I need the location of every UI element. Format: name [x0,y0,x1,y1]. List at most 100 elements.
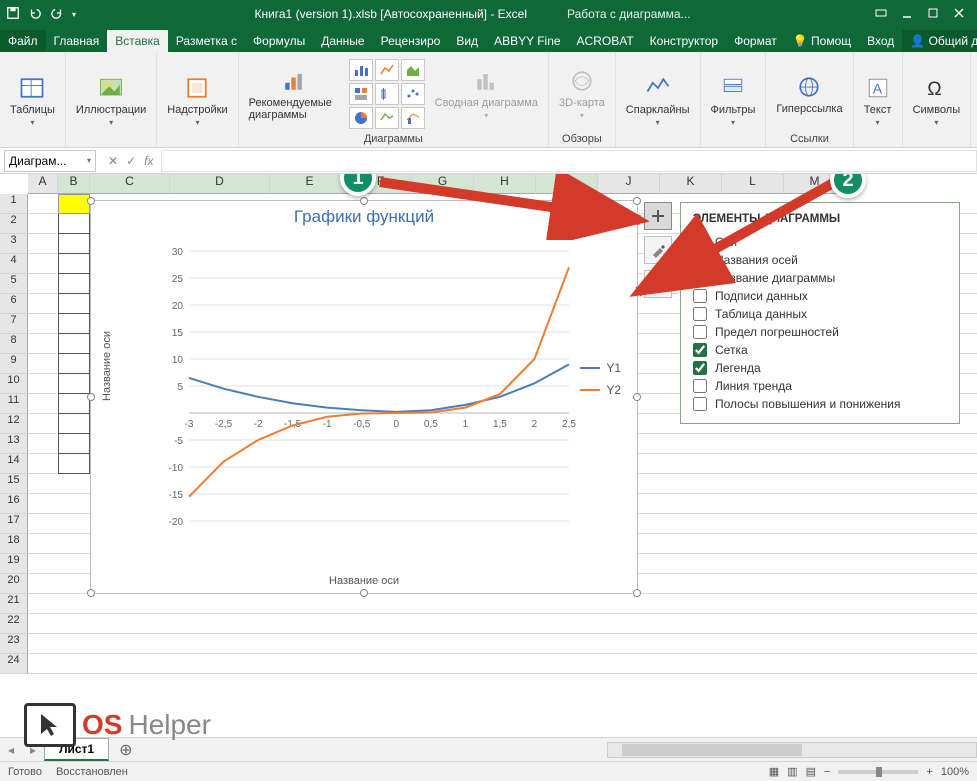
save-icon[interactable] [6,6,20,23]
svg-text:1,5: 1,5 [493,419,507,430]
svg-text:-1: -1 [323,419,332,430]
status-ready: Готово [8,766,42,778]
tab-design[interactable]: Конструктор [642,30,726,52]
chart-object[interactable]: Графики функций Название оси -20-15-10-5… [90,200,638,594]
svg-text:10: 10 [172,355,184,366]
status-recovered: Восстановлен [56,766,128,778]
svg-text:0: 0 [393,419,399,430]
illustrations-button[interactable]: Иллюстрации▾ [72,72,150,129]
zoom-level[interactable]: 100% [941,766,969,778]
text-button[interactable]: AТекст▾ [860,72,896,129]
svg-text:-2,5: -2,5 [215,419,233,430]
watermark-logo: OSHelper [24,703,211,747]
cursor-icon [24,703,76,747]
pivot-chart-button: Сводная диаграмма▾ [431,65,542,122]
name-box[interactable]: Диаграм...▾ [4,150,96,172]
chart-legend[interactable]: Y1 Y2 [580,361,621,405]
arrow-2 [620,174,850,304]
tab-review[interactable]: Рецензиро [373,30,449,52]
hierarchy-chart-icon [349,83,373,105]
cell-b2-yellow[interactable] [58,194,90,214]
svg-text:5: 5 [177,382,183,393]
cancel-icon[interactable]: ✕ [108,154,118,168]
x-axis-label[interactable]: Название оси [91,575,637,587]
horizontal-scrollbar[interactable] [607,742,977,758]
svg-text:-10: -10 [169,463,184,474]
pie-chart-icon [349,107,373,129]
ribbon: Таблицы▾ Иллюстрации▾ Надстройки▾ Рекоме… [0,52,977,148]
share-button[interactable]: 👤 Общий доступ [902,30,977,52]
tab-formulas[interactable]: Формулы [245,30,313,52]
view-break-icon[interactable]: ▤ [806,765,816,778]
svg-text:-0,5: -0,5 [353,419,371,430]
area-chart-icon [401,59,425,81]
worksheet-grid[interactable]: ABCDEFGHIJKLM 12345678910111213141516171… [0,174,977,744]
tables-button[interactable]: Таблицы▾ [6,72,59,129]
redo-icon[interactable] [50,6,64,23]
undo-icon[interactable] [28,6,42,23]
filters-button[interactable]: Фильтры▾ [707,72,760,129]
chart-element-option[interactable]: Таблица данных [693,305,947,323]
hyperlink-button[interactable]: Гиперссылка [772,71,846,117]
line-chart-icon [375,59,399,81]
zoom-out-icon[interactable]: − [824,766,830,778]
qat-dropdown-icon[interactable]: ▾ [72,10,76,19]
chart-element-option[interactable]: Легенда [693,359,947,377]
tab-data[interactable]: Данные [313,30,372,52]
chart-element-option[interactable]: Предел погрешностей [693,323,947,341]
svg-text:Ω: Ω [928,79,942,100]
row-headers[interactable]: 123456789101112131415161718192021222324 [0,194,28,674]
tab-insert[interactable]: Вставка [107,30,168,52]
sparklines-button[interactable]: Спарклайны▾ [622,72,694,129]
maximize-icon[interactable] [927,7,939,22]
chart-plot-area[interactable]: -20-15-10-551015202530-3-2,5-2-1,5-1-0,5… [149,241,579,561]
scatter-chart-icon [401,83,425,105]
sheet-nav-prev-icon[interactable]: ◂ [0,743,22,757]
zoom-slider[interactable] [838,770,918,774]
svg-text:1: 1 [463,419,469,430]
tab-acrobat[interactable]: ACROBAT [569,30,642,52]
zoom-in-icon[interactable]: + [926,766,932,778]
combo-chart-icon [401,107,425,129]
status-bar: Готово Восстановлен ▦ ▥ ▤ − + 100% [0,761,977,781]
recommended-charts-button[interactable]: Рекомендуемые диаграммы [245,65,343,123]
chart-type-gallery[interactable] [349,59,425,129]
minimize-icon[interactable] [901,7,913,22]
fx-icon[interactable]: fx [144,154,153,168]
close-icon[interactable] [953,7,965,22]
addins-button[interactable]: Надстройки▾ [163,72,231,129]
svg-text:2,5: 2,5 [562,419,576,430]
view-page-icon[interactable]: ▥ [787,765,797,778]
ribbon-tabs: Файл Главная Вставка Разметка с Формулы … [0,28,977,52]
tab-file[interactable]: Файл [0,30,46,52]
svg-text:-3: -3 [185,419,194,430]
ribbon-display-icon[interactable] [875,7,887,22]
svg-text:0,5: 0,5 [424,419,438,430]
chart-element-option[interactable]: Сетка [693,341,947,359]
title-bar: ▾ Книга1 (version 1).xlsb [Автосохраненн… [0,0,977,28]
tab-view[interactable]: Вид [448,30,486,52]
window-title: Книга1 (version 1).xlsb [Автосохраненный… [254,7,527,21]
svg-text:-20: -20 [169,517,184,528]
surface-chart-icon [375,107,399,129]
tell-me[interactable]: 💡 Помощ [785,30,859,52]
symbols-button[interactable]: ΩСимволы▾ [909,72,965,129]
arrow-1 [370,174,660,240]
chart-element-option[interactable]: Полосы повышения и понижения [693,395,947,413]
tab-layout[interactable]: Разметка с [168,30,245,52]
statistic-chart-icon [375,83,399,105]
tab-format[interactable]: Формат [726,30,785,52]
formula-input[interactable] [161,150,977,172]
tab-home[interactable]: Главная [46,30,108,52]
formula-bar: Диаграм...▾ ✕ ✓ fx [0,148,977,174]
sign-in[interactable]: Вход [859,30,902,52]
tab-abbyy[interactable]: ABBYY Fine [486,30,568,52]
chart-element-option[interactable]: Линия тренда [693,377,947,395]
svg-text:-15: -15 [169,490,184,501]
bar-chart-icon [349,59,373,81]
view-normal-icon[interactable]: ▦ [769,765,779,778]
svg-text:-2: -2 [254,419,263,430]
svg-text:-5: -5 [174,436,183,447]
enter-icon[interactable]: ✓ [126,154,136,168]
y-axis-label[interactable]: Название оси [101,331,113,401]
